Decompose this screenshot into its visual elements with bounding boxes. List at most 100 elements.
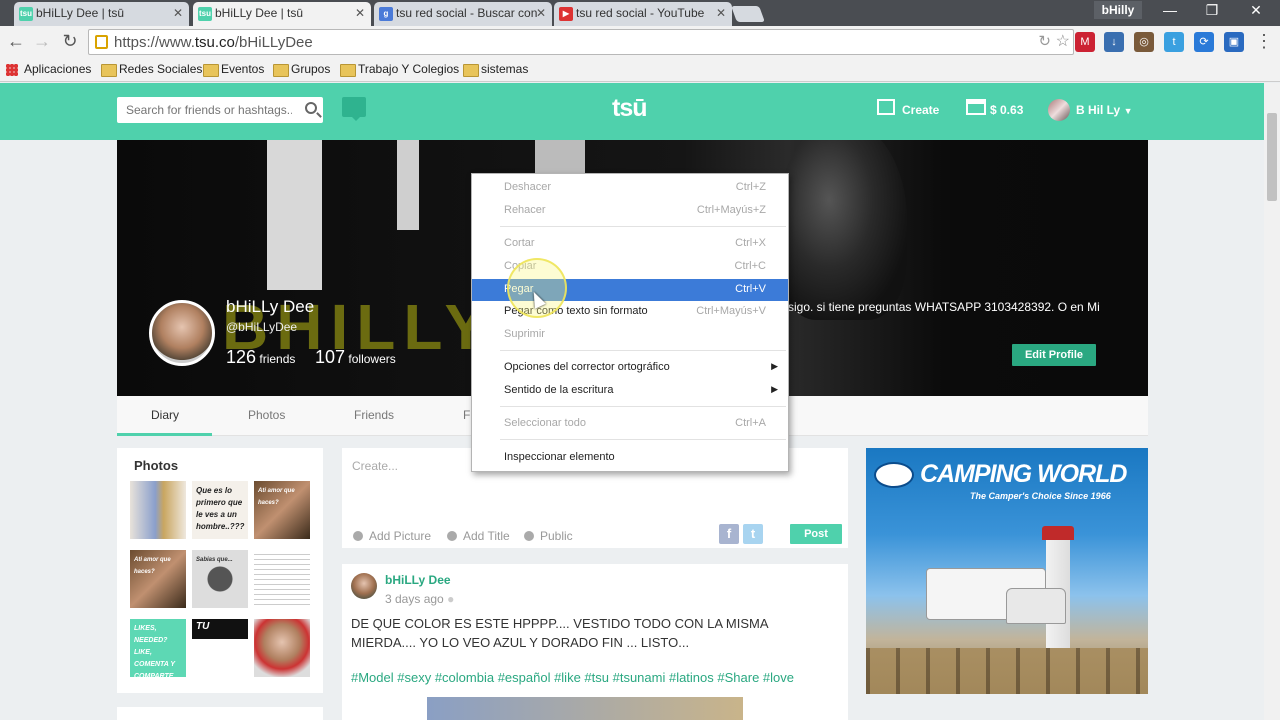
- page-viewport: tsū Create $ 0.63 B Hil Ly ▼ BHILLY bHiL…: [0, 83, 1264, 720]
- browser-tabstrip: tsu bHiLLy Dee | tsū ✕ tsu bHiLLy Dee | …: [0, 0, 1280, 26]
- photo-thumb[interactable]: Que es lo primero que le ves a un hombre…: [192, 481, 248, 539]
- url-path: /bHiLLyDee: [234, 34, 313, 51]
- menu-item-delete[interactable]: Suprimir: [472, 324, 788, 346]
- instagram-icon[interactable]: ◎: [1134, 32, 1154, 52]
- edit-profile-button[interactable]: Edit Profile: [1012, 344, 1096, 366]
- friends-stat[interactable]: 126 friends: [226, 347, 295, 368]
- close-icon[interactable]: ✕: [536, 6, 546, 20]
- photo-caption: Que es lo primero que le ves a un hombre…: [196, 486, 245, 531]
- menu-icon[interactable]: ⋮: [1254, 31, 1274, 51]
- twitter-icon[interactable]: t: [1164, 32, 1184, 52]
- back-icon[interactable]: ←: [6, 31, 26, 51]
- maximize-icon[interactable]: ❐: [1190, 0, 1234, 20]
- address-bar[interactable]: https://www.tsu.co/bHiLLyDee ↻ ☆: [88, 29, 1074, 55]
- bank-icon[interactable]: [966, 99, 986, 115]
- click-highlight: [507, 258, 567, 318]
- photo-thumb[interactable]: [254, 619, 310, 677]
- composer-placeholder[interactable]: Create...: [352, 459, 398, 473]
- scrollbar-thumb[interactable]: [1267, 113, 1277, 201]
- post-image[interactable]: [427, 697, 743, 720]
- menu-item-redo[interactable]: Rehacer Ctrl+Mayús+Z: [472, 200, 788, 222]
- next-widget: [117, 707, 323, 720]
- add-picture-button[interactable]: Add Picture: [353, 529, 431, 543]
- menu-item-cut[interactable]: Cortar Ctrl+X: [472, 233, 788, 255]
- photo-thumb[interactable]: [130, 481, 186, 539]
- sync-icon[interactable]: ⟳: [1194, 32, 1214, 52]
- tab-friends[interactable]: Friends: [354, 408, 394, 422]
- search-box[interactable]: [117, 97, 323, 123]
- close-icon[interactable]: ✕: [716, 6, 726, 20]
- new-tab-button[interactable]: [731, 6, 765, 22]
- facebook-icon[interactable]: f: [719, 524, 739, 544]
- tab-partial[interactable]: F: [463, 408, 470, 422]
- menu-item-undo[interactable]: Deshacer Ctrl+Z: [472, 177, 788, 199]
- post-button[interactable]: Post: [790, 524, 842, 544]
- menu-item-spellcheck[interactable]: Opciones del corrector ortográfico ▶: [472, 357, 788, 379]
- photo-thumb[interactable]: Sabias que...: [192, 550, 248, 608]
- google-icon: g: [379, 7, 393, 21]
- photo-thumb[interactable]: TU: [192, 619, 248, 639]
- bookmark-folder[interactable]: Eventos: [203, 62, 264, 77]
- close-icon[interactable]: ✕: [173, 6, 183, 20]
- post-text: DE QUE COLOR ES ESTE HPPPP.... VESTIDO T…: [351, 616, 768, 650]
- profile-avatar[interactable]: [149, 300, 215, 366]
- reload-icon[interactable]: ↻: [60, 31, 80, 51]
- forward-icon[interactable]: →: [32, 31, 52, 51]
- user-menu[interactable]: B Hil Ly ▼: [1076, 103, 1133, 117]
- avatar[interactable]: [351, 573, 377, 599]
- browser-profile[interactable]: bHilly: [1094, 1, 1142, 19]
- bookmark-folder[interactable]: sistemas: [463, 62, 528, 77]
- create-icon[interactable]: [877, 99, 895, 115]
- browser-tab[interactable]: tsu bHiLLy Dee | tsū ✕: [14, 2, 189, 26]
- menu-item-inspect[interactable]: Inspeccionar elemento: [472, 447, 788, 469]
- browser-tab[interactable]: ▶ tsu red social - YouTube ✕: [554, 2, 732, 26]
- url-host: tsu.co: [194, 34, 235, 51]
- add-title-button[interactable]: Add Title: [447, 529, 510, 543]
- menu-item-writing-direction[interactable]: Sentido de la escritura ▶: [472, 380, 788, 402]
- active-tab-indicator: [117, 433, 212, 436]
- window-close-icon[interactable]: ✕: [1234, 0, 1278, 20]
- tab-diary[interactable]: Diary: [151, 408, 179, 422]
- page-scrollbar[interactable]: [1264, 83, 1280, 720]
- bookmark-apps[interactable]: Aplicaciones: [6, 62, 91, 76]
- minimize-icon[interactable]: —: [1148, 0, 1192, 20]
- tsu-logo[interactable]: tsū: [612, 94, 647, 123]
- menu-item-select-all[interactable]: Seleccionar todo Ctrl+A: [472, 413, 788, 435]
- post-author[interactable]: bHiLLy Dee: [385, 573, 451, 587]
- chat-icon[interactable]: [342, 97, 366, 121]
- refresh-ext-icon[interactable]: ↻: [1038, 32, 1051, 50]
- tab-title: tsu red social - Buscar con: [396, 6, 538, 20]
- user-name: B Hil Ly: [1076, 103, 1121, 117]
- box-icon[interactable]: ▣: [1224, 32, 1244, 52]
- search-input[interactable]: [117, 97, 292, 123]
- camping-world-ad[interactable]: CAMPING WORLD The Camper's Choice Since …: [866, 448, 1148, 694]
- gmail-icon[interactable]: M: [1075, 32, 1095, 52]
- photo-thumb[interactable]: [254, 550, 310, 608]
- close-icon[interactable]: ✕: [355, 6, 365, 20]
- cover-letter-shape: [267, 140, 322, 290]
- photo-thumb[interactable]: LIKES, NEEDED? LIKE, COMENTA Y COMPARTE: [130, 619, 186, 677]
- avatar[interactable]: [1048, 99, 1070, 121]
- menu-item-label: Opciones del corrector ortográfico: [504, 361, 670, 373]
- bookmark-folder[interactable]: Grupos: [273, 62, 330, 77]
- tab-photos[interactable]: Photos: [248, 408, 285, 422]
- browser-tab[interactable]: g tsu red social - Buscar con ✕: [374, 2, 552, 26]
- create-link[interactable]: Create: [902, 103, 939, 117]
- tab-title: tsu red social - YouTube: [576, 6, 705, 20]
- followers-stat[interactable]: 107 followers: [315, 347, 396, 368]
- bookmark-folder[interactable]: Trabajo Y Colegios: [340, 62, 459, 77]
- chevron-right-icon: ▶: [771, 384, 778, 394]
- menu-item-label: Sentido de la escritura: [504, 384, 614, 396]
- privacy-public-button[interactable]: Public: [524, 529, 573, 543]
- bookmark-folder[interactable]: Redes Sociales: [101, 62, 202, 77]
- search-icon[interactable]: [305, 102, 317, 114]
- twitter-share-icon[interactable]: t: [743, 524, 763, 544]
- photo-thumb[interactable]: Ati amor que haces?: [130, 550, 186, 608]
- download-icon[interactable]: ↓: [1104, 32, 1124, 52]
- star-icon[interactable]: ☆: [1056, 31, 1070, 51]
- photo-thumb[interactable]: Ati amor que haces?: [254, 481, 310, 539]
- browser-tab-active[interactable]: tsu bHiLLy Dee | tsū ✕: [193, 2, 371, 26]
- menu-separator: [500, 226, 786, 227]
- post-hashtags[interactable]: #Model #sexy #colombia #español #like #t…: [351, 670, 794, 685]
- balance-link[interactable]: $ 0.63: [990, 103, 1023, 117]
